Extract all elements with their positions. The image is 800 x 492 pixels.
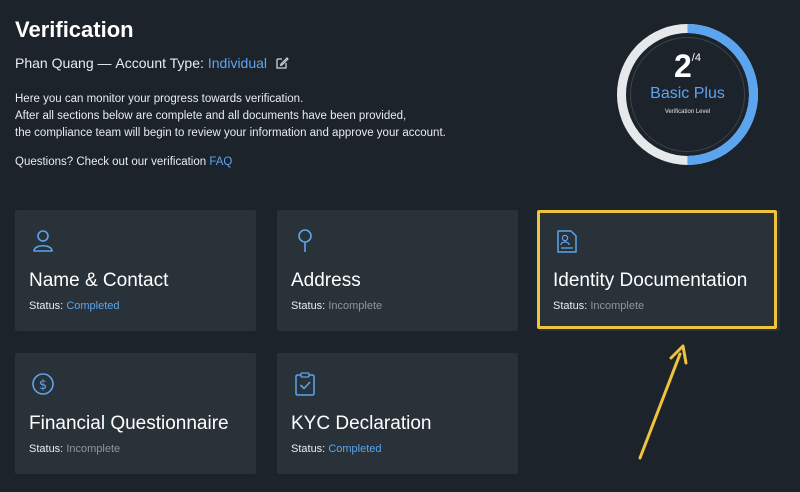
level-number: 2/4	[610, 48, 765, 85]
user-icon	[33, 230, 53, 252]
account-info: Phan Quang — Account Type: Individual	[15, 55, 289, 71]
card-title: KYC Declaration	[291, 413, 432, 434]
user-name: Phan Quang	[15, 55, 94, 71]
card-status: Status: Incomplete	[291, 300, 382, 312]
card-financial-questionnaire[interactable]: $ Financial Questionnaire Status: Incomp…	[15, 353, 256, 474]
status-label: Status:	[29, 300, 64, 312]
card-status: Status: Incomplete	[553, 300, 644, 312]
intro-text: Here you can monitor your progress towar…	[15, 91, 446, 142]
status-label: Status:	[291, 443, 326, 455]
questions-prefix: Questions? Check out our verification	[15, 156, 207, 168]
id-document-icon	[557, 230, 577, 253]
intro-line: Here you can monitor your progress towar…	[15, 93, 304, 105]
account-type-value: Individual	[207, 55, 268, 71]
dollar-circle-icon: $	[32, 373, 54, 395]
status-label: Status:	[553, 300, 588, 312]
faq-link[interactable]: FAQ	[209, 156, 232, 168]
card-kyc-declaration[interactable]: KYC Declaration Status: Completed	[277, 353, 518, 474]
status-value: Completed	[66, 300, 120, 312]
card-status: Status: Completed	[291, 443, 382, 455]
level-current: 2	[674, 48, 692, 84]
card-title: Name & Contact	[29, 270, 169, 291]
intro-line: the compliance team will begin to review…	[15, 127, 446, 139]
level-total: /4	[691, 52, 701, 64]
clipboard-check-icon	[295, 372, 315, 396]
level-caption: Verification Level	[664, 109, 711, 115]
level-name: Basic Plus	[650, 85, 725, 102]
questions-text: Questions? Check out our verification FA…	[15, 156, 232, 168]
separator: —	[93, 55, 116, 71]
status-value: Completed	[328, 443, 382, 455]
annotation-arrow	[638, 344, 688, 460]
edit-icon[interactable]	[275, 56, 289, 70]
status-label: Status:	[291, 300, 326, 312]
intro-line: After all sections below are complete an…	[15, 110, 407, 122]
page-title: Verification	[15, 17, 134, 42]
level-readout: 2/4 Basic Plus Verification Level	[610, 23, 765, 166]
card-status: Status: Incomplete	[29, 443, 120, 455]
card-title: Identity Documentation	[553, 270, 748, 291]
card-name-contact[interactable]: Name & Contact Status: Completed	[15, 210, 256, 331]
location-pin-icon	[298, 229, 312, 252]
status-value: Incomplete	[328, 300, 383, 312]
card-status: Status: Completed	[29, 300, 120, 312]
svg-text:$: $	[39, 378, 47, 393]
status-value: Incomplete	[66, 443, 121, 455]
status-value: Incomplete	[590, 300, 645, 312]
card-identity-documentation[interactable]: Identity Documentation Status: Incomplet…	[539, 210, 780, 331]
card-address[interactable]: Address Status: Incomplete	[277, 210, 518, 331]
card-title: Financial Questionnaire	[29, 413, 229, 434]
account-type-label: Account Type:	[115, 55, 204, 71]
card-title: Address	[291, 270, 361, 291]
status-label: Status:	[29, 443, 64, 455]
